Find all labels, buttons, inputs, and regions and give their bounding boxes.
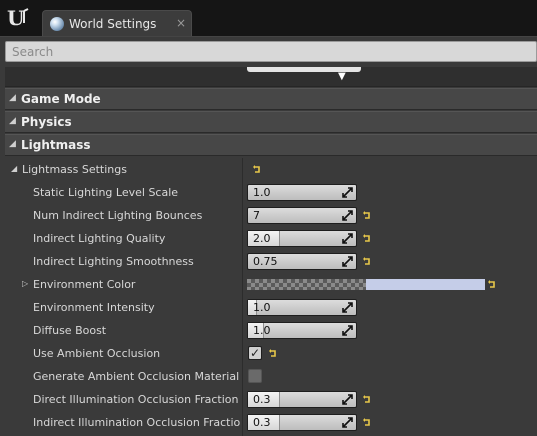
category-label: Physics <box>21 115 72 129</box>
property-label: Indirect Lighting Smoothness <box>33 255 194 268</box>
property-row: Diffuse Boost 1.0 <box>5 319 537 342</box>
reset-to-default-icon[interactable] <box>362 233 372 243</box>
property-row: ▷ Environment Color <box>5 273 537 296</box>
property-row: Num Indirect Lighting Bounces 7 <box>5 204 537 227</box>
number-slider[interactable]: 0.3 <box>247 414 357 431</box>
property-label: Environment Color <box>33 278 136 291</box>
property-row: Generate Ambient Occlusion Material Ma <box>5 365 537 388</box>
tab-world-settings[interactable]: World Settings × <box>42 10 192 37</box>
drag-handle-icon <box>342 417 353 428</box>
property-list: ◢ Lightmass Settings Static Lighting Lev… <box>5 158 537 436</box>
reset-to-default-icon[interactable] <box>362 210 372 220</box>
expand-arrow-icon[interactable]: ▷ <box>22 279 28 288</box>
number-value: 0.75 <box>253 255 278 268</box>
number-spinbox[interactable]: 7 <box>247 207 357 224</box>
reset-to-default-icon[interactable] <box>362 394 372 404</box>
number-value: 2.0 <box>253 232 271 245</box>
number-value: 0.3 <box>253 393 271 406</box>
property-label: Direct Illumination Occlusion Fraction <box>33 393 239 406</box>
collapsed-arrow-icon: ◢ <box>9 116 16 126</box>
number-value: 1.0 <box>253 324 271 337</box>
number-slider[interactable]: 1.0 <box>247 322 357 339</box>
drag-handle-icon <box>342 210 353 221</box>
drag-handle-icon <box>342 302 353 313</box>
expanded-arrow-icon: ◢ <box>9 139 16 149</box>
collapsed-section: ▼ <box>5 67 537 87</box>
number-slider[interactable]: 2.0 <box>247 230 357 247</box>
category-game-mode[interactable]: ◢ Game Mode <box>5 88 537 110</box>
details-panel: ▼ ◢ Game Mode ◢ Physics ◢ Lightmass ◢ Li… <box>0 36 537 436</box>
property-label: Diffuse Boost <box>33 324 107 337</box>
reset-to-default-icon[interactable] <box>268 348 278 358</box>
property-label: Environment Intensity <box>33 301 155 314</box>
number-spinbox[interactable]: 0.75 <box>247 253 357 270</box>
property-label: Indirect Illumination Occlusion Fraction <box>33 416 240 429</box>
svg-text:U: U <box>7 6 24 30</box>
property-row: Static Lighting Level Scale 1.0 <box>5 181 537 204</box>
drag-handle-icon <box>342 394 353 405</box>
category-physics[interactable]: ◢ Physics <box>5 111 537 133</box>
drag-handle-icon <box>342 233 353 244</box>
category-label: Lightmass <box>21 138 91 152</box>
category-label: Game Mode <box>21 92 101 106</box>
reset-to-default-icon[interactable] <box>252 164 262 174</box>
subcategory-label: Lightmass Settings <box>22 163 127 176</box>
search-input[interactable] <box>5 41 537 62</box>
property-label: Generate Ambient Occlusion Material Ma <box>33 370 240 383</box>
property-row: Use Ambient Occlusion ✓ <box>5 342 537 365</box>
number-value: 1.0 <box>253 301 271 314</box>
expanded-arrow-icon: ◢ <box>11 164 18 173</box>
number-value: 7 <box>253 209 260 222</box>
number-spinbox[interactable]: 1.0 <box>247 184 357 201</box>
drag-handle-icon <box>342 256 353 267</box>
number-slider[interactable]: 0.3 <box>247 391 357 408</box>
drag-handle-icon <box>342 187 353 198</box>
property-row: Indirect Illumination Occlusion Fraction… <box>5 411 537 434</box>
property-row: Indirect Lighting Quality 2.0 <box>5 227 537 250</box>
checkmark-icon: ✓ <box>250 346 261 360</box>
subcategory-lightmass-settings[interactable]: ◢ Lightmass Settings <box>5 158 537 181</box>
generate-ao-material-mask-checkbox[interactable] <box>248 369 262 383</box>
property-label: Num Indirect Lighting Bounces <box>33 209 203 222</box>
number-value: 0.3 <box>253 416 271 429</box>
expand-advanced-icon[interactable]: ▼ <box>338 72 346 82</box>
property-row: Indirect Lighting Smoothness 0.75 <box>5 250 537 273</box>
use-ambient-occlusion-checkbox[interactable]: ✓ <box>248 346 262 360</box>
tab-title: World Settings <box>69 17 157 31</box>
property-row: Direct Illumination Occlusion Fraction 0… <box>5 388 537 411</box>
tab-bar: U World Settings × <box>0 0 537 37</box>
drag-handle-icon <box>342 325 353 336</box>
collapsed-arrow-icon: ◢ <box>9 93 16 103</box>
reset-to-default-icon[interactable] <box>362 417 372 427</box>
property-label: Static Lighting Level Scale <box>33 186 179 199</box>
number-value: 1.0 <box>253 186 271 199</box>
property-label: Indirect Lighting Quality <box>33 232 166 245</box>
property-row: Environment Intensity 1.0 <box>5 296 537 319</box>
reset-to-default-icon[interactable] <box>487 279 497 289</box>
unreal-logo-icon: U <box>7 6 29 30</box>
close-icon[interactable]: × <box>176 16 186 30</box>
color-swatch[interactable] <box>247 279 485 290</box>
reset-to-default-icon[interactable] <box>362 256 372 266</box>
world-icon <box>50 17 64 31</box>
category-lightmass[interactable]: ◢ Lightmass <box>5 134 537 156</box>
number-slider[interactable]: 1.0 <box>247 299 357 316</box>
property-label: Use Ambient Occlusion <box>33 347 161 360</box>
